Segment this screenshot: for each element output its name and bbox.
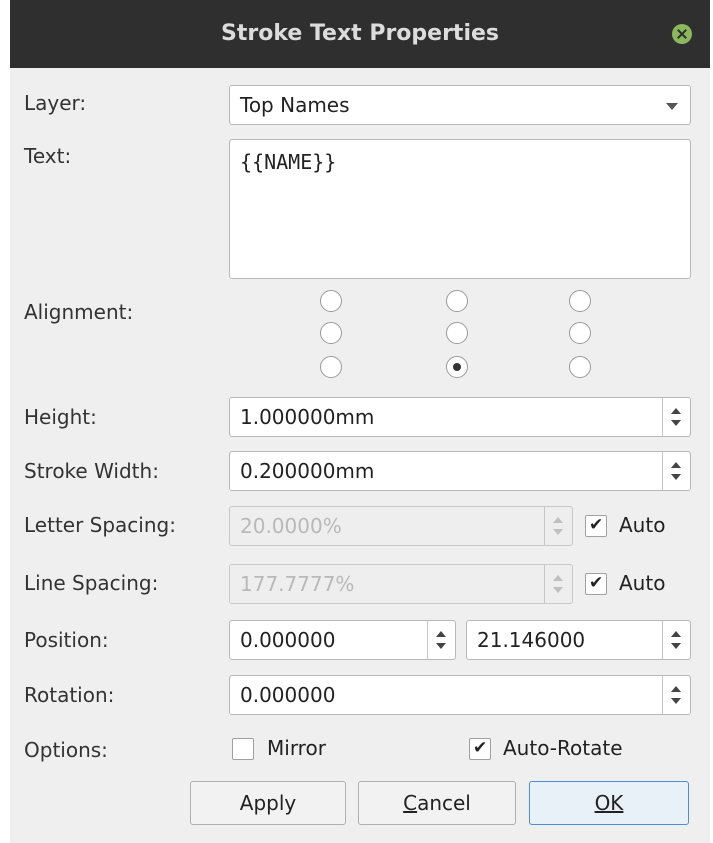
- position-x-spinbox[interactable]: 0.000000: [229, 620, 456, 660]
- spin-arrows-icon: [544, 507, 572, 545]
- spin-arrows-icon[interactable]: [662, 676, 690, 714]
- align-middle-right-radio[interactable]: [569, 322, 591, 344]
- mirror-checkbox[interactable]: [232, 738, 254, 760]
- align-bottom-left-radio[interactable]: [320, 356, 342, 378]
- spin-arrows-icon[interactable]: [662, 621, 690, 659]
- position-x-value: 0.000000: [240, 628, 336, 652]
- text-value: {{NAME}}: [240, 150, 337, 174]
- title-bar: Stroke Text Properties: [10, 0, 710, 68]
- auto-rotate-checkbox[interactable]: [469, 738, 491, 760]
- letter-spacing-auto-label: Auto: [619, 513, 666, 537]
- cancel-button[interactable]: Cancel: [358, 781, 516, 825]
- position-label: Position:: [24, 628, 109, 652]
- letter-spacing-label: Letter Spacing:: [24, 513, 176, 537]
- rotation-value: 0.000000: [240, 683, 336, 707]
- line-spacing-value: 177.7777%: [240, 572, 355, 596]
- line-spacing-label: Line Spacing:: [24, 571, 159, 595]
- layer-combobox[interactable]: Top Names: [229, 85, 691, 125]
- dialog-title: Stroke Text Properties: [221, 21, 499, 46]
- text-label: Text:: [24, 144, 72, 168]
- line-spacing-auto-checkbox[interactable]: [585, 573, 607, 595]
- align-bottom-center-radio[interactable]: [446, 356, 468, 378]
- apply-button[interactable]: Apply: [190, 781, 346, 825]
- align-bottom-right-radio[interactable]: [569, 356, 591, 378]
- align-middle-left-radio[interactable]: [320, 322, 342, 344]
- layer-label: Layer:: [24, 91, 87, 115]
- options-label: Options:: [24, 738, 108, 762]
- stroke-width-spinbox[interactable]: 0.200000mm: [229, 451, 691, 491]
- ok-button[interactable]: OK: [529, 781, 689, 825]
- cancel-mnemonic: C: [403, 791, 418, 815]
- height-spinbox[interactable]: 1.000000mm: [229, 397, 691, 437]
- position-y-spinbox[interactable]: 21.146000: [466, 620, 691, 660]
- stroke-width-value: 0.200000mm: [240, 459, 375, 483]
- stroke-text-properties-dialog: Stroke Text Properties Layer: Top Names …: [10, 0, 710, 843]
- chevron-down-icon: [666, 103, 678, 110]
- spin-arrows-icon: [544, 565, 572, 603]
- position-y-value: 21.146000: [477, 628, 586, 652]
- close-icon[interactable]: [672, 24, 692, 44]
- letter-spacing-auto-checkbox[interactable]: [585, 515, 607, 537]
- auto-rotate-label: Auto-Rotate: [503, 736, 623, 760]
- alignment-label: Alignment:: [24, 300, 134, 324]
- rotation-spinbox[interactable]: 0.000000: [229, 675, 691, 715]
- height-value: 1.000000mm: [240, 405, 375, 429]
- line-spacing-spinbox: 177.7777%: [229, 564, 573, 604]
- layer-value: Top Names: [240, 93, 350, 117]
- spin-arrows-icon[interactable]: [427, 621, 455, 659]
- align-top-center-radio[interactable]: [446, 290, 468, 312]
- stroke-width-label: Stroke Width:: [24, 459, 159, 483]
- height-label: Height:: [24, 405, 97, 429]
- rotation-label: Rotation:: [24, 683, 115, 707]
- align-top-left-radio[interactable]: [320, 290, 342, 312]
- line-spacing-auto-label: Auto: [619, 571, 666, 595]
- letter-spacing-value: 20.0000%: [240, 514, 342, 538]
- mirror-label: Mirror: [267, 736, 326, 760]
- align-top-right-radio[interactable]: [569, 290, 591, 312]
- spin-arrows-icon[interactable]: [662, 452, 690, 490]
- text-input[interactable]: {{NAME}}: [229, 139, 691, 279]
- cancel-label: ancel: [417, 791, 471, 815]
- letter-spacing-spinbox: 20.0000%: [229, 506, 573, 546]
- spin-arrows-icon[interactable]: [662, 398, 690, 436]
- ok-label: OK: [594, 791, 624, 815]
- align-middle-center-radio[interactable]: [446, 322, 468, 344]
